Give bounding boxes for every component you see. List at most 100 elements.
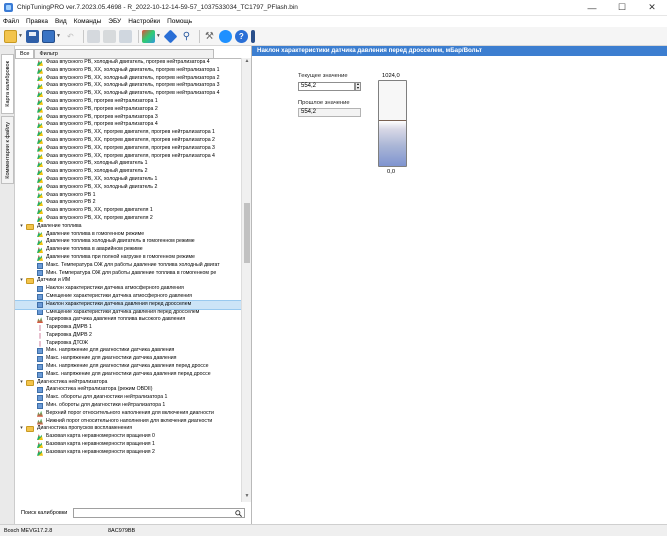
tree-item[interactable]: Фаза впускного РВ, прогрев нейтрализатор… [15,114,241,122]
tree-item[interactable]: Давление топлива в гомогенном режиме [15,231,241,239]
tools-icon[interactable]: ⚒ [203,30,216,43]
tab-all[interactable]: Все [15,49,35,58]
paste-icon[interactable] [102,29,116,43]
value-gauge[interactable] [378,80,407,167]
scroll-up-icon[interactable]: ▲ [242,58,252,67]
tree-item[interactable]: Тарировка датчика давления топлива высок… [15,316,241,324]
chevron-down-icon[interactable]: ▼ [156,33,161,39]
tree-item[interactable]: Фаза впускного РВ, ХХ, прогрев двигателя… [15,207,241,215]
panel-toggle-icon[interactable] [250,29,255,43]
expand-icon[interactable]: ▾ [19,379,24,387]
tree-item[interactable]: Наклон характеристики датчика атмосферно… [15,285,241,293]
tree-item[interactable]: Мин. напряжение для диагностики датчика … [15,347,241,355]
tree-item[interactable]: Макс. Температура ОЖ для работы давление… [15,262,241,270]
tree-item[interactable]: Мин. Температура ОЖ для работы давление … [15,270,241,278]
chevron-down-icon[interactable]: ▼ [56,33,61,39]
tree-item[interactable]: Смещение характеристики датчика давления… [15,309,241,317]
tree-item[interactable]: Фаза впускного РВ, ХХ, прогрев двигателя… [15,153,241,161]
save-icon[interactable] [25,29,39,43]
3d-map-icon [37,208,43,215]
menu-file[interactable]: Файл [3,18,19,25]
tree-item[interactable]: Макс. напряжение для диагностики датчика… [15,371,241,379]
tree-item[interactable]: Давление топлива при полной нагрузке в г… [15,254,241,262]
close-button[interactable]: ✕ [637,0,667,16]
tree-item[interactable]: Нижний порог относительного наполнения д… [15,418,241,426]
tree-group[interactable]: ▾ Датчики и ИМ [15,277,241,285]
navigate-icon[interactable] [163,29,178,43]
tree-item[interactable]: Тарировка ДТОЖ [15,340,241,348]
tree-item[interactable]: Верхний порог относительного наполнения … [15,410,241,418]
tree-group[interactable]: ▾ Диагностика нейтрализатора [15,379,241,387]
menu-view[interactable]: Вид [55,18,67,25]
menu-settings[interactable]: Настройки [128,18,160,25]
scroll-thumb[interactable] [244,203,250,263]
tree-item[interactable]: Фаза впускного РВ, прогрев нейтрализатор… [15,106,241,114]
expand-icon[interactable]: ▾ [19,425,24,433]
minimize-button[interactable]: — [577,0,607,16]
undo-icon[interactable]: ↶ [64,30,77,43]
tree-item[interactable]: Базовая карта неравномерности вращения 1 [15,441,241,449]
expand-icon[interactable]: ▾ [19,223,24,231]
tree-item[interactable]: Фаза впускного РВ, ХХ, холодный двигател… [15,184,241,192]
tree-item[interactable]: Фаза впускного РВ, ХХ, холодный двигател… [15,82,241,90]
tree-item[interactable]: Фаза впускного РВ, холодный двигатель, п… [15,59,241,67]
tree-item[interactable]: Давление топлива в аварийном режиме [15,246,241,254]
tree-item[interactable]: Смещение характеристики датчика атмосфер… [15,293,241,301]
tree-item[interactable]: Мин. напряжение для диагностики датчика … [15,363,241,371]
tree-group[interactable]: ▾ Диагностика пропусков воспламенения [15,425,241,433]
menu-ecu[interactable]: ЭБУ [108,18,121,25]
tree-item[interactable]: Фаза впускного РВ, ХХ, прогрев двигателя… [15,129,241,137]
tree-item[interactable]: Давление топлива холодный двигатель в го… [15,238,241,246]
menu-help[interactable]: Помощь [167,18,192,25]
tree-item[interactable]: Фаза впускного РВ, прогрев нейтрализатор… [15,98,241,106]
tree-item[interactable]: Наклон характеристики датчика давления п… [15,299,241,310]
tree-item[interactable]: Фаза впускного РВ, ХХ, прогрев двигателя… [15,215,241,223]
tree-item[interactable]: Диагностика нейтрализатора (режим OBDII) [15,386,241,394]
tree-item[interactable]: Фаза впускного РВ 1 [15,192,241,200]
help-icon[interactable]: ? [234,29,248,43]
tree-scrollbar[interactable]: ▲ ▼ [241,58,251,502]
chevron-down-icon[interactable]: ▼ [18,33,23,39]
tree-item[interactable]: Фаза впускного РВ 2 [15,199,241,207]
search-map-icon[interactable]: ⚲ [180,30,193,43]
stepper-down-icon[interactable]: ▼ [356,86,360,91]
tree-item-label: Базовая карта неравномерности вращения 2 [46,448,155,455]
value-stepper[interactable]: ▲ ▼ [355,82,361,91]
chart-tool-icon[interactable] [141,29,155,43]
menu-edit[interactable]: Правка [26,18,48,25]
tree-item-label: Фаза впускного РВ, ХХ, прогрев двигателя… [46,207,153,214]
compare-icon[interactable] [118,29,132,43]
tree-item[interactable]: Мин. обороты для диагностики нейтрализат… [15,402,241,410]
search-input[interactable] [73,508,245,518]
current-value-input[interactable]: 554,2 [298,82,355,91]
tree-item[interactable]: Фаза впускного РВ, холодный двигатель 2 [15,168,241,176]
save-as-icon[interactable] [41,29,55,43]
tree-item[interactable]: Фаза впускного РВ, ХХ, холодный двигател… [15,176,241,184]
tree-item[interactable]: Тарировка ДМРВ 1 [15,324,241,332]
tree-item[interactable]: Фаза впускного РВ, ХХ, холодный двигател… [15,75,241,83]
open-folder-icon[interactable] [4,29,17,43]
tree-item[interactable]: Фаза впускного РВ, ХХ, прогрев двигателя… [15,145,241,153]
tree-item[interactable]: Фаза впускного РВ, прогрев нейтрализатор… [15,121,241,129]
tree-item[interactable]: Фаза впускного РВ, ХХ, прогрев двигателя… [15,137,241,145]
tree-group[interactable]: ▾ Давление топлива [15,223,241,231]
menu-commands[interactable]: Команды [74,18,102,25]
expand-icon[interactable]: ▾ [19,277,24,285]
search-icon[interactable] [235,510,242,517]
scroll-down-icon[interactable]: ▼ [242,493,252,502]
tree-item[interactable]: Фаза впускного РВ, ХХ, холодный двигател… [15,67,241,75]
connect-icon[interactable] [218,29,232,43]
tab-filter[interactable]: Фильтр [34,49,215,58]
tab-file-comments[interactable]: Комментарии к файлу [1,116,14,184]
maximize-button[interactable]: ☐ [607,0,637,16]
tree-item-label: Фаза впускного РВ, ХХ, прогрев двигателя… [46,152,215,159]
tree-item[interactable]: Фаза впускного РВ, ХХ, холодный двигател… [15,90,241,98]
copy-icon[interactable] [86,29,100,43]
tree-item[interactable]: Фаза впускного РВ, холодный двигатель 1 [15,160,241,168]
tree-item[interactable]: Базовая карта неравномерности вращения 2 [15,449,241,457]
tree-item[interactable]: Тарировка ДМРВ 2 [15,332,241,340]
tree-item[interactable]: Базовая карта неравномерности вращения 0 [15,433,241,441]
tree-item[interactable]: Макс. обороты для диагностики нейтрализа… [15,394,241,402]
tab-calibration-map[interactable]: Карта калибровок [1,54,14,114]
tree-item[interactable]: Макс. напряжение для диагностики датчика… [15,355,241,363]
